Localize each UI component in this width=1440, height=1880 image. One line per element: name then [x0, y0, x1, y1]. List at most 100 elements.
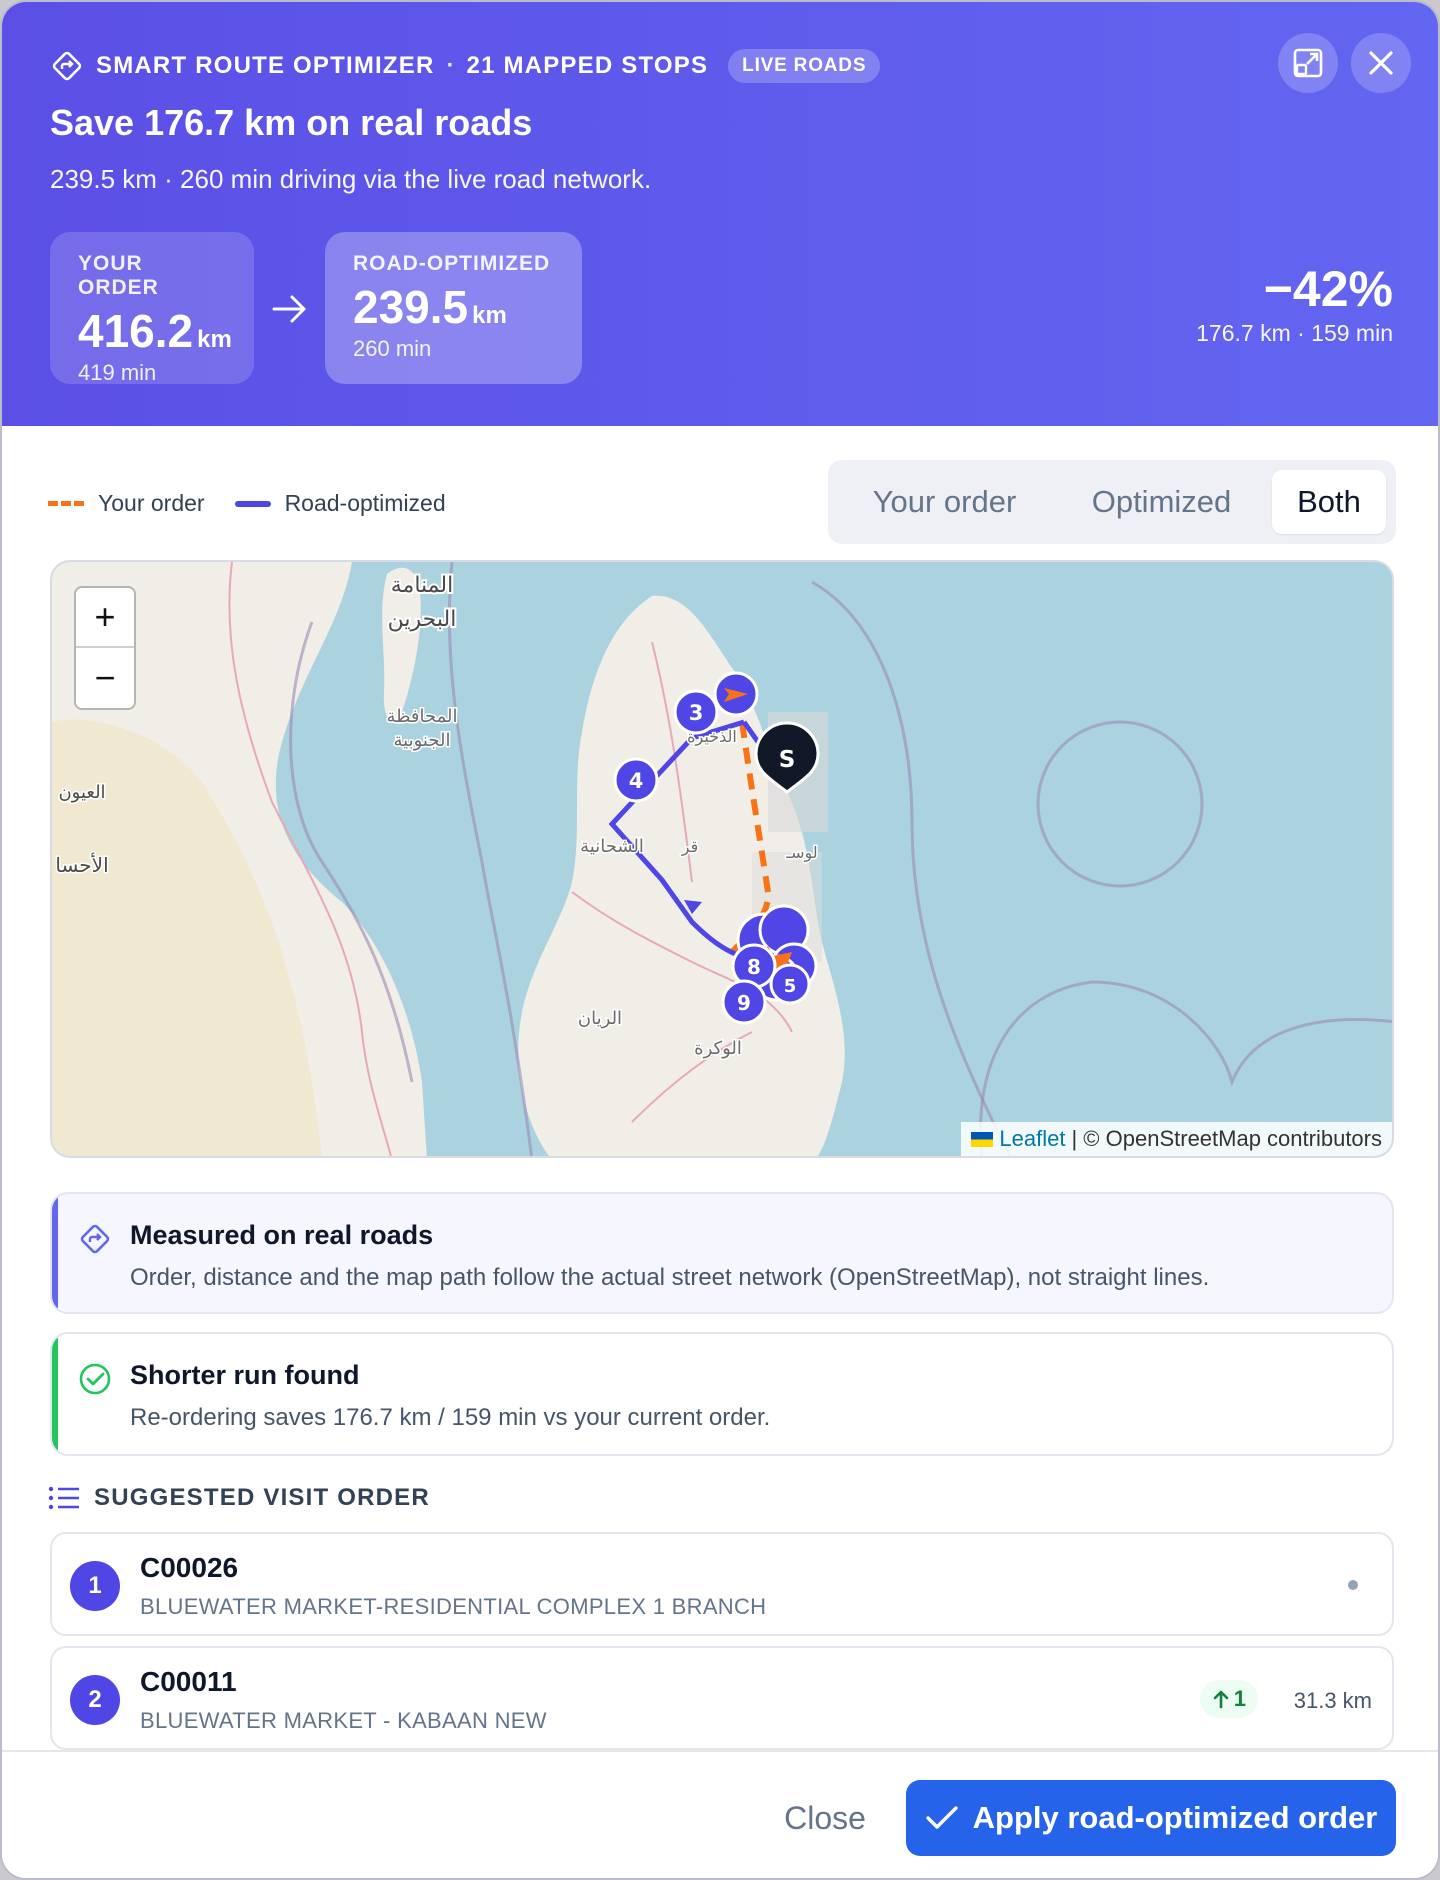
- label-southern-1: المحافظة: [386, 706, 457, 727]
- zoom-in-button[interactable]: +: [76, 588, 134, 648]
- savings-percent: −42%: [1263, 261, 1393, 317]
- marker-stop-5[interactable]: 5: [769, 963, 811, 1005]
- marker-start[interactable]: S: [754, 721, 820, 794]
- your-order-stat: YOUR ORDER 416.2 km 419 min: [50, 232, 254, 385]
- visit-row-distance: 31.3 km: [1293, 1688, 1372, 1713]
- card-accent-bar: [52, 1194, 58, 1312]
- savings-detail: 176.7 km · 159 min: [1196, 320, 1393, 346]
- label-qa: قر: [681, 837, 698, 857]
- expand-button[interactable]: [1278, 33, 1338, 93]
- measured-title: Measured on real roads: [130, 1220, 434, 1250]
- close-icon: [1369, 51, 1393, 75]
- close-modal-button[interactable]: [1351, 33, 1411, 93]
- legend-label-yours: Your order: [98, 490, 205, 516]
- brand-title: SMART ROUTE OPTIMIZER: [96, 52, 435, 79]
- legend-label-optimized: Road-optimized: [284, 490, 446, 516]
- your-order-unit: km: [197, 326, 232, 353]
- your-order-distance: 416.2 km: [78, 304, 232, 358]
- marker-stop-3-label: 3: [689, 701, 704, 725]
- close-button[interactable]: Close: [772, 1788, 878, 1848]
- route-optimizer-modal: SMART ROUTE OPTIMIZER · 21 MAPPED STOPS …: [0, 0, 1440, 1880]
- legend-swatch-yours: [48, 501, 84, 506]
- visit-row[interactable]: 2 C00011 BLUEWATER MARKET - KABAAN NEW 1…: [50, 1646, 1394, 1750]
- shorter-run-card: Shorter run found Re-ordering saves 176.…: [50, 1332, 1394, 1456]
- optimized-time: 260 min: [353, 336, 432, 361]
- separator-dot: ·: [446, 52, 455, 79]
- label-ahsa: الأحسا: [55, 853, 108, 877]
- optimized-unit: km: [472, 302, 507, 329]
- label-wakra: الوكرة: [694, 1038, 742, 1059]
- marker-stop-3[interactable]: 3: [673, 689, 719, 735]
- subline: 239.5 km · 260 min driving via the live …: [50, 164, 652, 194]
- label-uyun: العيون: [58, 782, 105, 803]
- visit-row-name: BLUEWATER MARKET - KABAAN NEW: [140, 1708, 547, 1733]
- optimized-label: ROAD-OPTIMIZED: [353, 252, 551, 275]
- arrow-right-icon: [272, 295, 306, 323]
- your-order-time: 419 min: [78, 360, 157, 385]
- modal-header: SMART ROUTE OPTIMIZER · 21 MAPPED STOPS …: [2, 2, 1438, 426]
- legend-swatch-optimized: [234, 500, 271, 507]
- marker-start-label: S: [779, 747, 796, 773]
- your-order-label: YOUR ORDER: [78, 252, 159, 299]
- visit-row-name: BLUEWATER MARKET-RESIDENTIAL COMPLEX 1 B…: [140, 1594, 767, 1619]
- label-shahaniya: الشحانية: [580, 836, 644, 857]
- route-diamond-icon: [80, 1224, 110, 1254]
- route-map[interactable]: المنامة البحرين المحافظة الجنوبية العيون…: [50, 560, 1394, 1158]
- route-diamond-icon: [52, 51, 82, 81]
- shorter-description: Re-ordering saves 176.7 km / 159 min vs …: [130, 1404, 771, 1431]
- marker-stop-5-label: 5: [784, 976, 797, 997]
- expand-icon: [1293, 48, 1323, 78]
- route-view-toggle: Your order Optimized Both: [828, 460, 1396, 544]
- check-icon: [925, 1806, 958, 1829]
- marker-endpoint[interactable]: [713, 671, 759, 717]
- unchanged-dot: [1348, 1580, 1358, 1590]
- marker-stop-8-label: 8: [747, 955, 761, 979]
- brand-row: SMART ROUTE OPTIMIZER · 21 MAPPED STOPS …: [50, 48, 881, 84]
- marker-stop-4-label: 4: [629, 769, 644, 793]
- list-icon: [48, 1486, 79, 1510]
- zoom-control: + −: [74, 586, 136, 710]
- optimized-stat: ROAD-OPTIMIZED 239.5 km 260 min: [325, 232, 582, 384]
- check-circle-icon: [79, 1363, 111, 1395]
- card-accent-bar: [52, 1334, 58, 1454]
- optimized-value: 239.5: [353, 281, 469, 333]
- visit-row-number: 1: [70, 1561, 120, 1611]
- toggle-both[interactable]: Both: [1272, 470, 1386, 534]
- shorter-title: Shorter run found: [130, 1360, 360, 1390]
- visit-row-code: C00011: [140, 1666, 237, 1697]
- label-bahrain: البحرين: [388, 607, 457, 632]
- headline: Save 176.7 km on real roads: [50, 102, 533, 143]
- apply-optimized-order-button[interactable]: Apply road-optimized order: [906, 1780, 1396, 1856]
- measured-description: Order, distance and the map path follow …: [130, 1264, 1210, 1291]
- measured-info-card: Measured on real roads Order, distance a…: [50, 1192, 1394, 1314]
- visit-row[interactable]: 1 C00026 BLUEWATER MARKET-RESIDENTIAL CO…: [50, 1532, 1394, 1636]
- zoom-out-button[interactable]: −: [76, 648, 134, 708]
- position-change-value: 1: [1233, 1686, 1246, 1711]
- visit-order-title: SUGGESTED VISIT ORDER: [94, 1484, 430, 1511]
- label-southern-2: الجنوبية: [394, 730, 451, 751]
- modal-footer: Close Apply road-optimized order: [2, 1750, 1438, 1878]
- arrow-up-icon: [1213, 1690, 1229, 1709]
- optimized-distance: 239.5 km: [353, 280, 554, 334]
- label-manama: المنامة: [391, 573, 453, 598]
- your-order-value: 416.2: [78, 305, 194, 357]
- toggle-optimized[interactable]: Optimized: [1055, 470, 1268, 534]
- ukraine-flag-icon: [971, 1131, 994, 1147]
- toggle-your-order[interactable]: Your order: [838, 470, 1051, 534]
- map-labels-layer: المنامة البحرين المحافظة الجنوبية العيون…: [54, 571, 820, 1061]
- marker-stop-9[interactable]: 9: [721, 979, 767, 1025]
- live-roads-badge: LIVE ROADS: [728, 49, 881, 83]
- marker-stop-9-label: 9: [737, 991, 751, 1015]
- label-lus: لوسـ: [785, 843, 817, 863]
- route-legend: Your order Road-optimized: [48, 490, 446, 517]
- position-change-badge: 1: [1199, 1680, 1258, 1718]
- apply-label: Apply road-optimized order: [972, 1800, 1378, 1835]
- visit-row-code: C00026: [140, 1552, 239, 1583]
- map-attribution: Leaflet | © OpenStreetMap contributors: [961, 1122, 1392, 1156]
- visit-row-number: 2: [70, 1675, 120, 1725]
- leaflet-link[interactable]: Leaflet: [999, 1126, 1065, 1152]
- visit-order-heading: SUGGESTED VISIT ORDER: [48, 1484, 430, 1512]
- marker-stop-4[interactable]: 4: [613, 757, 659, 803]
- label-rayyan: الريان: [578, 1008, 622, 1029]
- osm-attribution: | © OpenStreetMap contributors: [1071, 1126, 1382, 1151]
